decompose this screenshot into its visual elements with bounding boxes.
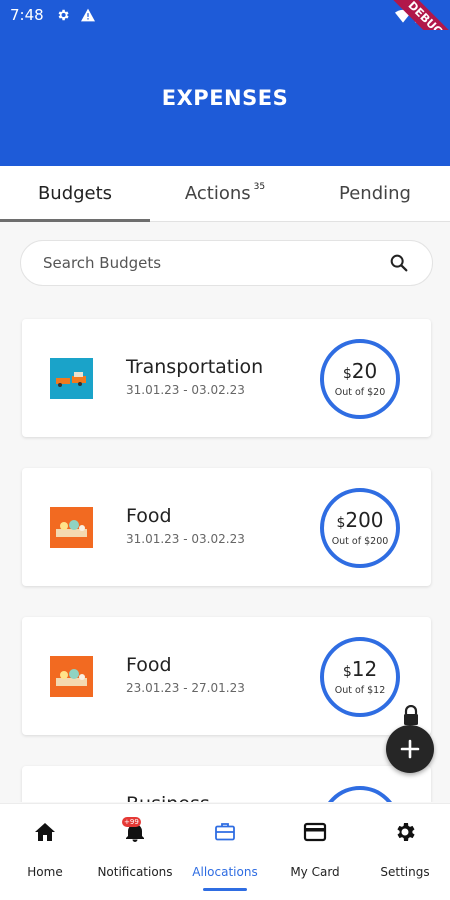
budget-amount: $200 [336, 509, 383, 534]
add-budget-button[interactable] [386, 725, 434, 773]
budget-currency: $ [342, 664, 352, 680]
budget-name: Business [126, 793, 210, 802]
budget-card[interactable]: Transportation 31.01.23 - 03.02.23 $20 O… [22, 319, 431, 437]
page-title: EXPENSES [161, 86, 289, 110]
budget-amount: $20 [343, 360, 377, 385]
tab-actions[interactable]: Actions 35 [150, 166, 300, 221]
lock-icon [404, 705, 418, 725]
transportation-icon [50, 358, 93, 399]
budget-amount-ring [320, 786, 400, 802]
search-input[interactable] [43, 254, 388, 272]
tab-budgets-label: Budgets [37, 183, 113, 204]
budget-name: Food [126, 505, 172, 527]
nav-settings[interactable]: Settings [360, 804, 450, 900]
card-icon [303, 822, 327, 842]
bottom-nav: Home +99 Notifications Allocations My Ca… [0, 803, 450, 900]
nav-notifications-label: Notifications [97, 865, 173, 879]
budget-card[interactable]: Food 23.01.23 - 27.01.23 $12 Out of $12 [22, 617, 431, 735]
settings-status-icon [58, 9, 69, 21]
warning-status-icon [80, 8, 95, 22]
nav-home-label: Home [27, 865, 63, 879]
status-time: 7:48 [10, 6, 44, 24]
budget-amount-value: 12 [351, 657, 378, 681]
budget-amount-value: 20 [351, 359, 378, 383]
status-bar: 7:48 DEBUG [0, 0, 450, 65]
tab-bar: Budgets Actions 35 Pending [0, 166, 450, 222]
budget-name: Transportation [126, 356, 264, 378]
budget-amount: $12 [343, 658, 377, 683]
plus-icon [400, 739, 420, 759]
nav-my-card[interactable]: My Card [270, 804, 360, 900]
budget-dates: 31.01.23 - 03.02.23 [126, 532, 245, 546]
budget-card[interactable]: Food 31.01.23 - 03.02.23 $200 Out of $20… [22, 468, 431, 586]
nav-allocations[interactable]: Allocations [180, 804, 270, 900]
tab-budgets[interactable]: Budgets [0, 166, 150, 222]
gear-icon [397, 823, 415, 841]
briefcase-icon [215, 823, 235, 841]
budget-dates: 31.01.23 - 03.02.23 [126, 383, 245, 397]
budget-amount-ring: $12 Out of $12 [320, 637, 400, 717]
tab-actions-label: Actions [184, 183, 251, 204]
budget-list: Transportation 31.01.23 - 03.02.23 $20 O… [0, 300, 450, 802]
home-icon [35, 823, 55, 841]
food-icon [50, 656, 93, 697]
budget-name: Food [126, 654, 172, 676]
search-icon[interactable] [388, 252, 410, 274]
nav-allocations-label: Allocations [192, 865, 258, 879]
budget-card[interactable]: Business [22, 766, 431, 802]
budget-amount-value: 200 [345, 508, 384, 532]
budget-limit: Out of $12 [334, 685, 386, 696]
actions-count-badge: 35 [253, 181, 266, 192]
budget-currency: $ [342, 366, 352, 382]
budget-amount-ring: $200 Out of $200 [320, 488, 400, 568]
budget-limit: Out of $20 [334, 387, 386, 398]
search-bar [20, 240, 433, 286]
budget-limit: Out of $200 [331, 536, 389, 547]
nav-settings-label: Settings [380, 865, 430, 879]
tab-pending-label: Pending [339, 183, 411, 204]
nav-notifications[interactable]: +99 Notifications [90, 804, 180, 900]
budget-amount-ring: $20 Out of $20 [320, 339, 400, 419]
nav-home[interactable]: Home [0, 804, 90, 900]
food-icon [50, 507, 93, 548]
app-bar: EXPENSES [0, 30, 450, 166]
tab-pending[interactable]: Pending [300, 166, 450, 221]
notifications-badge: +99 [122, 817, 141, 827]
budget-dates: 23.01.23 - 27.01.23 [126, 681, 245, 695]
nav-my-card-label: My Card [290, 865, 340, 879]
